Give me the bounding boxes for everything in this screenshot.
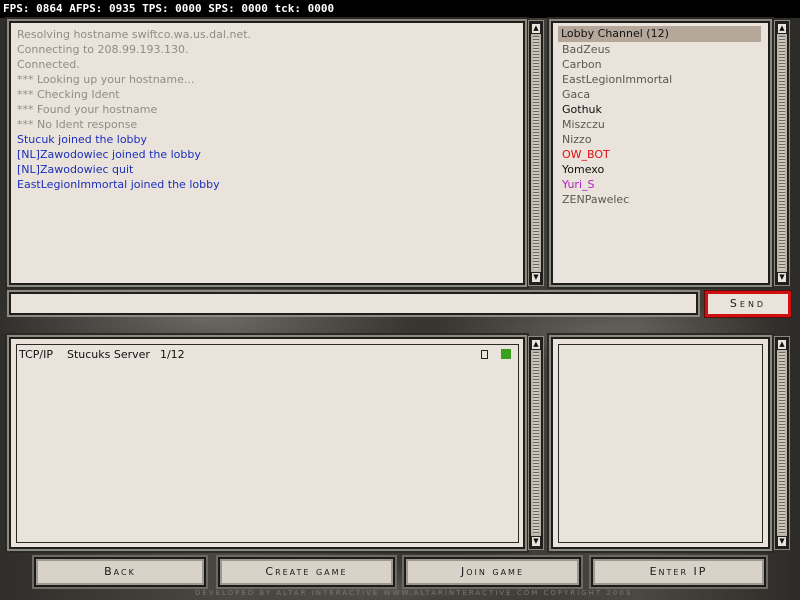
scroll-down-icon[interactable]: ▼ (777, 536, 787, 547)
chat-line: [NL]Zawodowiec quit (17, 163, 134, 176)
user-list-item[interactable]: Yuri_S (562, 177, 672, 192)
chat-line: Stucuk joined the lobby (17, 133, 148, 146)
chat-line: *** Checking Ident (17, 88, 120, 101)
user-list-scrollbar[interactable]: ▲ ▼ (775, 21, 789, 285)
user-list: BadZeus Carbon EastLegionImmortal Gaca Gothu… (562, 42, 672, 207)
user-list-item[interactable]: BadZeus (562, 42, 672, 57)
user-list-item[interactable]: Yomexo (562, 162, 672, 177)
user-list-item[interactable]: Miszczu (562, 117, 672, 132)
user-list-item[interactable]: Carbon (562, 57, 672, 72)
chat-line: [NL]Zawodowiec joined the lobby (17, 148, 201, 161)
game-player-count: 1/12 (159, 348, 185, 361)
game-info-panel (551, 337, 770, 549)
game-info (558, 344, 763, 543)
scroll-track[interactable] (779, 36, 785, 270)
chat-line: Resolving hostname swiftco.wa.us.dal.net… (17, 28, 252, 41)
scroll-track[interactable] (533, 352, 539, 534)
scroll-up-icon[interactable]: ▲ (531, 23, 541, 34)
chat-line: *** No Ident response (17, 118, 138, 131)
message-input[interactable] (9, 292, 698, 315)
footer-credits: DEVELOPED BY ALTAR INTERACTIVE WWW.ALTAR… (195, 589, 633, 597)
chat-line: *** Found your hostname (17, 103, 158, 116)
scroll-down-icon[interactable]: ▼ (777, 272, 787, 283)
game-list-scrollbar[interactable]: ▲ ▼ (529, 337, 543, 549)
back-button[interactable]: Back (34, 557, 206, 587)
enter-ip-button[interactable]: Enter IP (591, 557, 766, 587)
user-list-item[interactable]: Gothuk (562, 102, 672, 117)
user-list-item[interactable]: EastLegionImmortal (562, 72, 672, 87)
game-list-panel: TCP/IP Stucuks Server 1/12 (9, 337, 525, 549)
scroll-up-icon[interactable]: ▲ (777, 339, 787, 350)
scroll-up-icon[interactable]: ▲ (531, 339, 541, 350)
join-game-button[interactable]: Join game (404, 557, 581, 587)
chat-line: *** Looking up your hostname... (17, 73, 195, 86)
game-row[interactable]: TCP/IP Stucuks Server 1/12 (19, 347, 516, 362)
scroll-track[interactable] (779, 352, 785, 534)
stats-bar: FPS: 0864 AFPS: 0935 TPS: 0000 SPS: 0000… (0, 0, 800, 18)
channel-header[interactable]: Lobby Channel (12) (558, 26, 761, 42)
scroll-up-icon[interactable]: ▲ (777, 23, 787, 34)
game-protocol: TCP/IP (19, 348, 53, 361)
chat-line: EastLegionImmortal joined the lobby (17, 178, 220, 191)
game-info-scrollbar[interactable]: ▲ ▼ (775, 337, 789, 549)
chat-scrollbar[interactable]: ▲ ▼ (529, 21, 543, 285)
chat-line: Connected. (17, 58, 80, 71)
scroll-down-icon[interactable]: ▼ (531, 536, 541, 547)
scroll-down-icon[interactable]: ▼ (531, 272, 541, 283)
send-button[interactable]: Send (705, 291, 791, 317)
chat-log-panel: Resolving hostname swiftco.wa.us.dal.net… (9, 21, 525, 285)
chat-log: Resolving hostname swiftco.wa.us.dal.net… (17, 27, 517, 192)
lock-icon (481, 350, 488, 359)
status-icon (501, 349, 511, 359)
user-list-item[interactable]: Gaca (562, 87, 672, 102)
game-list: TCP/IP Stucuks Server 1/12 (16, 344, 519, 543)
user-list-item[interactable]: OW_BOT (562, 147, 672, 162)
user-list-item[interactable]: ZENPawelec (562, 192, 672, 207)
user-list-panel: Lobby Channel (12) BadZeus Carbon EastLegi… (551, 21, 770, 285)
game-name: Stucuks Server (66, 348, 150, 361)
scroll-track[interactable] (533, 36, 539, 270)
chat-line: Connecting to 208.99.193.130. (17, 43, 189, 56)
user-list-item[interactable]: Nizzo (562, 132, 672, 147)
create-game-button[interactable]: Create game (218, 557, 395, 587)
